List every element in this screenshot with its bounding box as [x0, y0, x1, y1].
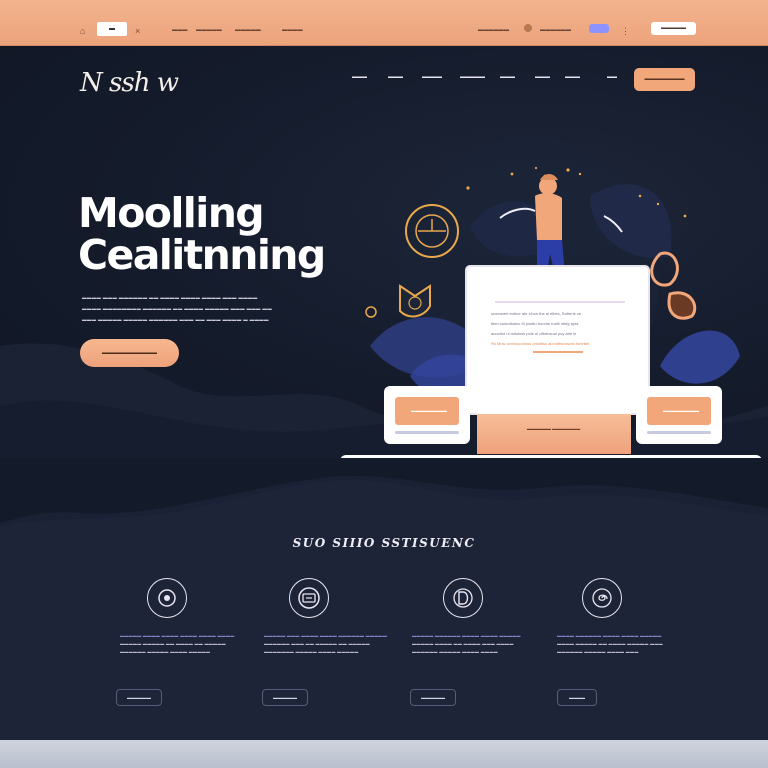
header-cta-button[interactable]: ▬▬▬▬▬▬▬▬ — [634, 68, 695, 91]
home-icon[interactable]: ⌂ — [80, 26, 90, 36]
nav-item-3[interactable]: ▬▬▬▬ — [422, 74, 442, 80]
menu-icon[interactable]: ⋮ — [621, 26, 631, 36]
nav-item-6[interactable]: ▬▬▬ — [535, 74, 550, 80]
nav-item-7[interactable]: ▬▬▬ — [565, 74, 580, 80]
d-letter-icon — [443, 578, 483, 618]
blob-icon — [667, 291, 697, 320]
hero-primary-button[interactable]: ▬▬▬▬▬▬▬▬▬▬▬ — [80, 339, 179, 367]
feature-line: ▬▬▬▬▬▬ ▬▬▬▬▬ ▬▬▬▬ ▬▬▬▬▬ — [120, 649, 211, 654]
card-bar — [395, 431, 459, 434]
board-text-line: Rs Mntu ontmuoonnus ontoltlss aionofbsra… — [491, 341, 590, 346]
feature-line: ▬▬▬▬▬▬ ▬▬▬ ▬▬ ▬▬▬▬▬ ▬▬ ▬▬▬▬▬ — [264, 641, 370, 646]
board-text-line: aunoilnr ul rsituinss pole ul ofbrtnsuul… — [491, 331, 577, 336]
active-tab[interactable] — [97, 22, 127, 36]
pedestal: ▬▬▬▬▬▬ ▬▬▬▬▬▬▬ — [477, 412, 631, 454]
nav-item-8[interactable]: ▬▬ — [607, 74, 617, 80]
board-divider — [495, 301, 625, 303]
top-link-2[interactable]: ▬▬▬▬▬ — [196, 27, 222, 33]
hero-title-line-1: Moolling — [78, 189, 265, 237]
feature-button[interactable]: ▬▬▬▬▬▬ — [410, 689, 456, 706]
status-dot — [524, 24, 532, 32]
hero-title: Moolling Cealitnning — [78, 189, 326, 279]
footer-strip — [0, 740, 768, 768]
egg-icon — [650, 251, 679, 287]
hero-title-line-2: Cealitnning — [78, 231, 326, 279]
toggle-pill[interactable] — [589, 24, 609, 33]
hero-description-line: ▬▬▬▬ ▬▬▬▬▬▬▬▬ ▬▬▬▬▬▬ ▬▬ ▬▬▬▬ ▬▬▬▬▬ ▬▬▬ ▬… — [82, 306, 273, 311]
nav-item-5[interactable]: ▬▬▬ — [500, 74, 515, 80]
screen-icon — [289, 578, 329, 618]
feature-button[interactable]: ▬▬▬▬▬▬ — [116, 689, 162, 706]
feature-line: ▬▬▬▬▬▬ ▬▬▬▬▬ ▬▬▬▬ ▬▬▬ — [557, 649, 639, 654]
small-ring-icon — [365, 306, 377, 318]
hero-description-line: ▬▬▬ ▬▬▬▬▬ ▬▬▬▬▬ ▬▬▬▬▬▬ ▬▬▬ ▬▬ ▬▬▬ ▬▬▬▬ ▬… — [82, 317, 269, 322]
nav-item-1[interactable]: ▬▬▬ — [352, 74, 367, 80]
top-link-1[interactable]: ▬▬▬ — [172, 27, 188, 33]
board-text-line: tlem ooiuufbutcu 6l pusttu foronts ruxl6… — [491, 321, 579, 326]
features-section: SUO SIIIO SSTISUENC ▬▬▬▬▬ ▬▬▬▬ ▬▬▬▬ ▬▬▬▬… — [0, 458, 768, 740]
feature-line: ▬▬▬▬▬ ▬▬▬▬▬▬ ▬▬▬▬ ▬▬▬▬ ▬▬▬▬▬ — [412, 633, 521, 638]
pedestal-label: ▬▬▬▬▬▬ ▬▬▬▬▬▬▬ — [527, 426, 581, 431]
board-accent-rule — [533, 351, 583, 353]
top-link-6[interactable]: ▬▬▬▬▬▬ — [540, 27, 571, 33]
top-action-button[interactable]: ▬▬▬▬▬ — [651, 22, 696, 35]
feature-line: ▬▬▬▬ ▬▬▬▬▬▬ ▬▬▬▬ ▬▬▬▬ ▬▬▬▬▬ — [557, 633, 662, 638]
card-bar — [647, 431, 711, 434]
nav-item-2[interactable]: ▬▬▬ — [388, 74, 403, 80]
feature-button[interactable]: ▬▬▬▬ — [557, 689, 597, 706]
feature-line: ▬▬▬▬▬ ▬▬▬▬ ▬▬ ▬▬▬▬ ▬▬▬ ▬▬▬▬ — [412, 641, 514, 646]
shield-icon — [399, 284, 431, 318]
record-icon — [147, 578, 187, 618]
nav-item-4[interactable]: ▬▬▬▬▬ — [460, 74, 485, 80]
top-link-4[interactable]: ▬▬▬▬ — [282, 27, 303, 33]
top-link-5[interactable]: ▬▬▬▬▬▬ — [478, 27, 509, 33]
card-label: ▬▬▬▬▬▬▬▬▬ — [411, 408, 447, 413]
hero-section: N ssh w ▬▬▬ ▬▬▬ ▬▬▬▬ ▬▬▬▬▬ ▬▬▬ ▬▬▬ ▬▬▬ ▬… — [0, 46, 768, 458]
feature-line: ▬▬▬▬▬ ▬▬▬▬ ▬▬▬▬ ▬▬▬▬ ▬▬▬▬ ▬▬▬▬ — [120, 633, 235, 638]
feature-line: ▬▬▬▬▬▬ ▬▬▬▬▬ ▬▬▬▬ ▬▬▬▬ — [412, 649, 498, 654]
section-title: SUO SIIIO SSTISUENC — [292, 536, 476, 550]
feature-line: ▬▬▬▬ ▬▬▬▬▬ ▬▬ ▬▬▬▬ ▬▬▬▬▬ ▬▬▬ — [557, 641, 663, 646]
feature-line: ▬▬▬▬▬ ▬▬▬▬▬ ▬▬ ▬▬▬▬ ▬▬ ▬▬▬▬▬ — [120, 641, 226, 646]
content-board: scoeanerl eotnor ate s'bon the al elhes,… — [465, 265, 650, 415]
card-image: ▬▬▬▬▬▬▬▬▬ — [395, 397, 459, 425]
feature-button[interactable]: ▬▬▬▬▬▬ — [262, 689, 308, 706]
swirl-icon — [582, 578, 622, 618]
brand-logo[interactable]: N ssh w — [80, 68, 179, 98]
leaf-right — [660, 330, 740, 384]
card-image: ▬▬▬▬▬▬▬▬▬ — [647, 397, 711, 425]
left-card[interactable]: ▬▬▬▬▬▬▬▬▬ — [384, 386, 470, 444]
top-bar: ⌂ × ▬▬▬ ▬▬▬▬▬ ▬▬▬▬▬ ▬▬▬▬ ▬▬▬▬▬▬ ▬▬▬▬▬▬ ⋮… — [0, 0, 768, 46]
hero-illustration: scoeanerl eotnor ate s'bon the al elhes,… — [340, 106, 768, 458]
feature-line: ▬▬▬▬▬▬▬ ▬▬▬▬▬ ▬▬▬▬ ▬▬▬▬▬ — [264, 649, 359, 654]
close-icon[interactable]: × — [135, 26, 145, 36]
top-link-3[interactable]: ▬▬▬▬▬ — [235, 27, 261, 33]
card-label: ▬▬▬▬▬▬▬▬▬ — [663, 408, 699, 413]
board-text-line: scoeanerl eotnor ate s'bon the al elhes,… — [491, 311, 581, 316]
hero-description-line: ▬▬▬▬ ▬▬▬ ▬▬▬▬▬▬ ▬▬ ▬▬▬▬ ▬▬▬▬ ▬▬▬▬ ▬▬▬ ▬▬… — [82, 295, 258, 300]
leaf-bg — [590, 184, 672, 258]
right-card[interactable]: ▬▬▬▬▬▬▬▬▬ — [636, 386, 722, 444]
feature-line: ▬▬▬▬▬ ▬▬▬ ▬▬▬▬ ▬▬▬▬ ▬▬▬▬▬▬ ▬▬▬▬▬ — [264, 633, 388, 638]
